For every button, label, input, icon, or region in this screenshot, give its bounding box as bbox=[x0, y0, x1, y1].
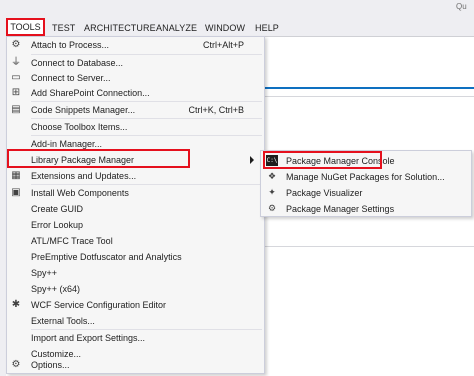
menu-item-create-guid[interactable]: Create GUID bbox=[7, 201, 264, 217]
server-icon: ▭ bbox=[11, 72, 21, 83]
menu-item-label: Add SharePoint Connection... bbox=[31, 88, 150, 98]
extensions-icon: ▦ bbox=[11, 170, 21, 181]
menu-test[interactable]: TEST bbox=[52, 22, 75, 34]
menu-item-shortcut: Ctrl+Alt+P bbox=[202, 40, 244, 50]
menu-item-label: Error Lookup bbox=[31, 220, 84, 230]
menu-item-label: Choose Toolbox Items... bbox=[31, 122, 128, 132]
submenu-item-manage-nuget[interactable]: ❖ Manage NuGet Packages for Solution... bbox=[261, 169, 471, 184]
menu-item-choose-toolbox[interactable]: Choose Toolbox Items... bbox=[7, 119, 264, 135]
menu-item-label: ATL/MFC Trace Tool bbox=[31, 236, 113, 246]
package-manager-console-highlight bbox=[263, 151, 382, 169]
submenu-item-label: Package Visualizer bbox=[286, 188, 363, 198]
menu-item-spy-x64[interactable]: Spy++ (x64) bbox=[7, 281, 264, 297]
menu-item-install-web-components[interactable]: ▣ Install Web Components bbox=[7, 185, 264, 201]
wcf-gear-icon: ✱ bbox=[11, 299, 21, 310]
menu-item-wcf-config[interactable]: ✱ WCF Service Configuration Editor bbox=[7, 297, 264, 313]
nuget-packages-icon: ❖ bbox=[267, 171, 277, 181]
menu-item-external-tools[interactable]: External Tools... bbox=[7, 313, 264, 329]
menu-item-label: External Tools... bbox=[31, 316, 95, 326]
tools-menu: ⚙ Attach to Process... Ctrl+Alt+P ⏚ Conn… bbox=[6, 36, 265, 374]
menu-window[interactable]: WINDOW bbox=[205, 22, 245, 34]
menu-item-atl-mfc-trace[interactable]: ATL/MFC Trace Tool bbox=[7, 233, 264, 249]
menu-item-label: Code Snippets Manager... bbox=[31, 105, 136, 115]
submenu-item-label: Package Manager Settings bbox=[286, 204, 395, 214]
menu-item-label: Attach to Process... bbox=[31, 40, 110, 50]
menu-item-spy[interactable]: Spy++ bbox=[7, 265, 264, 281]
menu-architecture[interactable]: ARCHITECTURE bbox=[84, 22, 156, 34]
menu-bar: TOOLS TEST ARCHITECTURE ANALYZE WINDOW H… bbox=[0, 0, 474, 37]
menu-analyze[interactable]: ANALYZE bbox=[156, 22, 197, 34]
submenu-item-label: Manage NuGet Packages for Solution... bbox=[286, 172, 445, 182]
editor-tab-underline bbox=[265, 87, 474, 89]
menu-item-label: Connect to Database... bbox=[31, 58, 124, 68]
menu-help[interactable]: HELP bbox=[255, 22, 279, 34]
web-components-icon: ▣ bbox=[11, 187, 21, 198]
menu-item-shortcut: Ctrl+K, Ctrl+B bbox=[188, 105, 244, 115]
attach-process-icon: ⚙ bbox=[11, 39, 21, 50]
menu-item-label: PreEmptive Dotfuscator and Analytics bbox=[31, 252, 182, 262]
submenu-item-package-visualizer[interactable]: ✦ Package Visualizer bbox=[261, 185, 471, 200]
submenu-arrow-icon bbox=[250, 156, 254, 164]
submenu-item-package-manager-settings[interactable]: ⚙ Package Manager Settings bbox=[261, 201, 471, 216]
menu-item-connect-database[interactable]: ⏚ Connect to Database... bbox=[7, 55, 264, 71]
menu-item-label: Import and Export Settings... bbox=[31, 333, 146, 343]
menu-item-label: Spy++ bbox=[31, 268, 58, 278]
menu-item-label: Options... bbox=[31, 360, 70, 370]
menu-item-label: Create GUID bbox=[31, 204, 84, 214]
menu-item-error-lookup[interactable]: Error Lookup bbox=[7, 217, 264, 233]
menu-item-add-sharepoint[interactable]: ⊞ Add SharePoint Connection... bbox=[7, 85, 264, 101]
code-snippets-icon: ▤ bbox=[11, 104, 21, 115]
menu-item-label: Connect to Server... bbox=[31, 73, 111, 83]
editor-divider-lower bbox=[265, 246, 474, 247]
database-plug-icon: ⏚ bbox=[11, 57, 21, 68]
menu-item-label: Spy++ (x64) bbox=[31, 284, 81, 294]
menu-item-options[interactable]: ⚙ Options... bbox=[7, 357, 264, 373]
menu-item-label: WCF Service Configuration Editor bbox=[31, 300, 167, 310]
menu-item-connect-server[interactable]: ▭ Connect to Server... bbox=[7, 70, 264, 86]
menu-item-code-snippets[interactable]: ▤ Code Snippets Manager... Ctrl+K, Ctrl+… bbox=[7, 102, 264, 118]
quick-launch-input[interactable]: Qu bbox=[456, 0, 474, 14]
options-gear-icon: ⚙ bbox=[11, 359, 21, 370]
menu-item-label: Extensions and Updates... bbox=[31, 171, 137, 181]
settings-gear-icon: ⚙ bbox=[267, 203, 277, 213]
menu-tools[interactable]: TOOLS bbox=[6, 18, 45, 36]
menu-item-dotfuscator[interactable]: PreEmptive Dotfuscator and Analytics bbox=[7, 249, 264, 265]
menu-item-attach-to-process[interactable]: ⚙ Attach to Process... Ctrl+Alt+P bbox=[7, 37, 264, 53]
menu-item-import-export[interactable]: Import and Export Settings... bbox=[7, 330, 264, 346]
sharepoint-icon: ⊞ bbox=[11, 87, 21, 98]
library-package-manager-highlight bbox=[7, 149, 190, 168]
editor-divider bbox=[265, 96, 474, 97]
menu-item-extensions-updates[interactable]: ▦ Extensions and Updates... bbox=[7, 168, 264, 184]
package-visualizer-icon: ✦ bbox=[268, 187, 276, 197]
menu-item-label: Install Web Components bbox=[31, 188, 129, 198]
